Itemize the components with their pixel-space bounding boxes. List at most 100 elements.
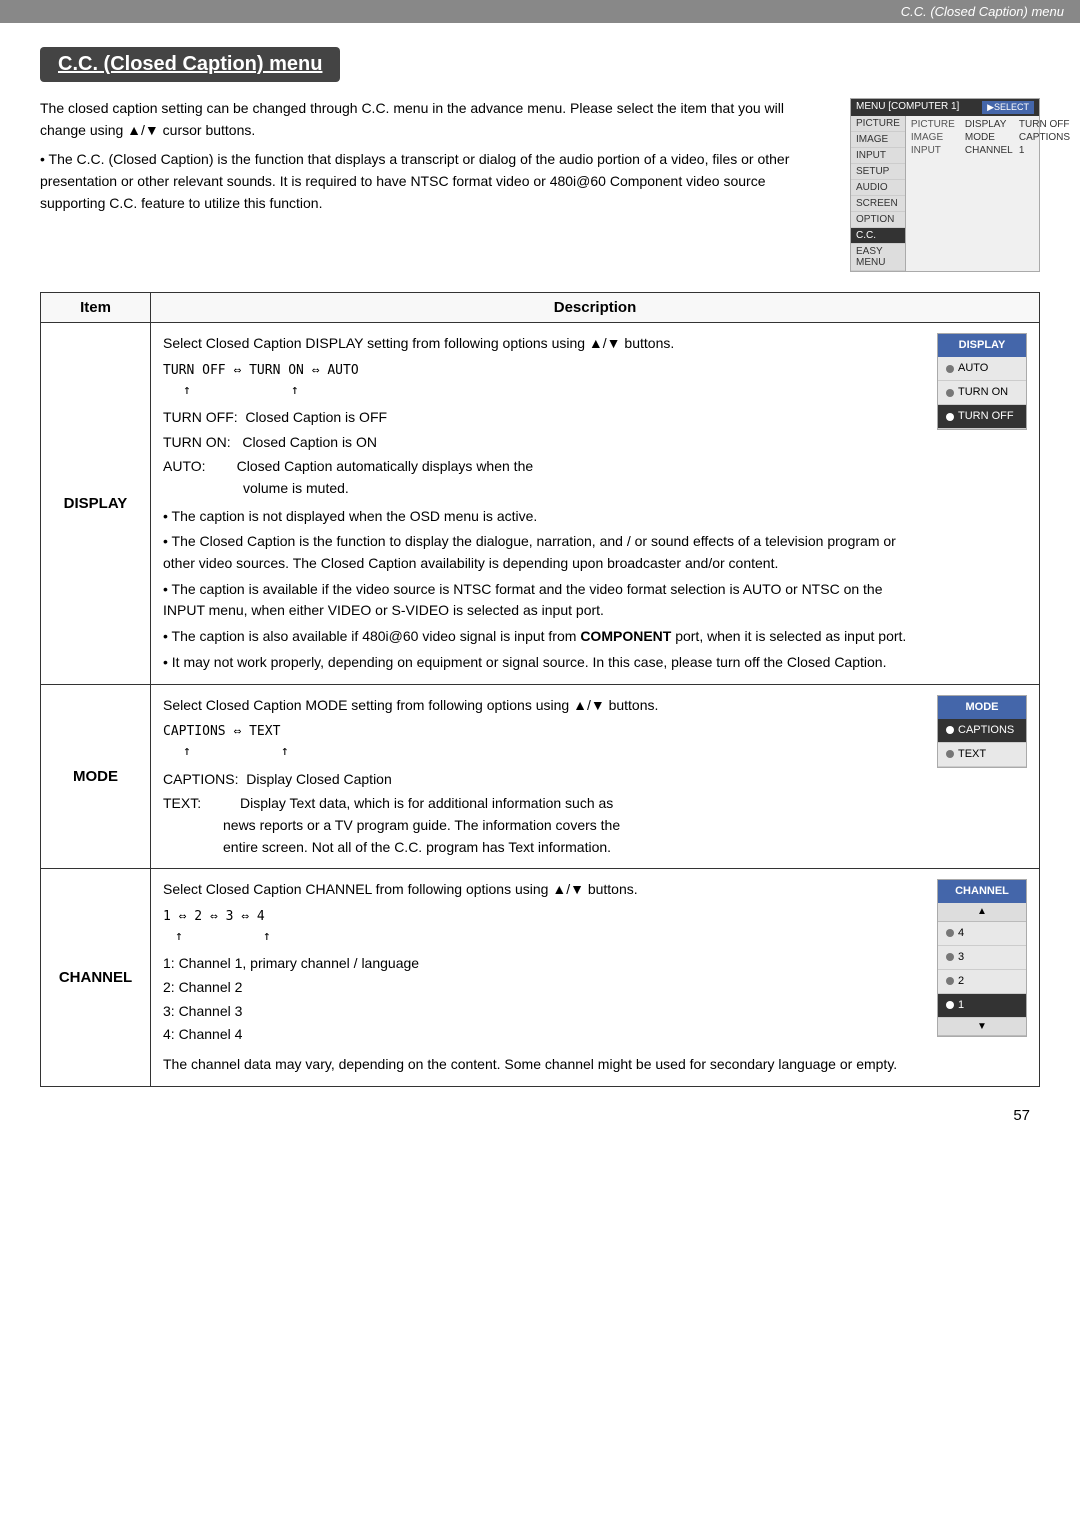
display-bullet-turnoff [946, 413, 954, 421]
menu-left-audio: AUDIO [851, 180, 905, 196]
intro-para2: • The C.C. (Closed Caption) is the funct… [40, 149, 830, 214]
channel-item-3: 3 [938, 946, 1026, 970]
channel-bullet-3 [946, 953, 954, 961]
menu-body: PICTURE IMAGE INPUT SETUP AUDIO SCREEN O… [851, 116, 1039, 271]
display-bullet-turnon [946, 389, 954, 397]
display-bullet2: • The Closed Caption is the function to … [163, 531, 925, 574]
intro-section: The closed caption setting can be change… [40, 98, 1040, 272]
display-bullet-auto [946, 365, 954, 373]
menu-right-col3-2: CAPTIONS [1019, 132, 1070, 143]
display-label-auto: AUTO [958, 360, 988, 377]
menu-left-setup: SETUP [851, 164, 905, 180]
channel-bullet-1 [946, 1001, 954, 1009]
channel-diagram: 1 ⇔ 2 ⇔ 3 ⇔ 4 ↑↑ [163, 907, 925, 947]
item-cell-display: DISPLAY [41, 323, 151, 685]
channel-down-arrow: ▼ [938, 1018, 1026, 1037]
channel-dropdown: CHANNEL ▲ 4 3 [937, 879, 1027, 1037]
display-diagram: TURN OFF ⇔ TURN ON ⇔ AUTO ↑↑ [163, 361, 925, 401]
mode-label-captions: CAPTIONS [958, 722, 1014, 739]
page-number: 57 [40, 1107, 1040, 1124]
channel-label-3: 3 [958, 949, 964, 966]
item-label-display: DISPLAY [64, 495, 128, 512]
item-label-mode: MODE [73, 768, 118, 785]
display-item-auto: AUTO [938, 357, 1026, 381]
menu-right-row-1: PICTURE DISPLAY TURN OFF [908, 118, 1073, 131]
menu-right-col1-2: IMAGE [911, 132, 961, 143]
table-header-description: Description [151, 293, 1040, 323]
display-intro: Select Closed Caption DISPLAY setting fr… [163, 333, 925, 355]
menu-left-input: INPUT [851, 148, 905, 164]
menu-right-col2-3: CHANNEL [965, 145, 1015, 156]
top-bar: C.C. (Closed Caption) menu [0, 0, 1080, 23]
display-dropdown-header: DISPLAY [938, 334, 1026, 357]
top-bar-title: C.C. (Closed Caption) menu [901, 4, 1064, 19]
menu-right-col2-1: DISPLAY [965, 119, 1015, 130]
item-cell-channel: CHANNEL [41, 869, 151, 1086]
menu-top-bar: MENU [COMPUTER 1] ▶SELECT [851, 99, 1039, 116]
menu-select-btn: ▶SELECT [982, 101, 1034, 114]
channel-label-2: 2 [958, 973, 964, 990]
menu-left-screen: SCREEN [851, 196, 905, 212]
mode-bullet-captions [946, 726, 954, 734]
menu-right-col1-3: INPUT [911, 145, 961, 156]
table-row-mode: MODE Select Closed Caption MODE setting … [41, 684, 1040, 869]
channel-up-arrow: ▲ [938, 903, 1026, 922]
mode-label-text: TEXT [958, 746, 986, 763]
main-table: Item Description DISPLAY Select Closed C… [40, 292, 1040, 1087]
channel-bullet-2 [946, 977, 954, 985]
intro-text: The closed caption setting can be change… [40, 98, 830, 272]
menu-right-col3-1: TURN OFF [1019, 119, 1070, 130]
channel-label-4: 4 [958, 925, 964, 942]
display-label-turnon: TURN ON [958, 384, 1008, 401]
display-turn-off: TURN OFF: Closed Caption is OFF [163, 407, 925, 429]
mode-bullet-text [946, 750, 954, 758]
mode-text: TEXT: Display Text data, which is for ad… [163, 793, 925, 858]
mode-captions: CAPTIONS: Display Closed Caption [163, 769, 925, 791]
menu-left-picture: PICTURE [851, 116, 905, 132]
display-item-turnoff: TURN OFF [938, 405, 1026, 429]
menu-left-easymenu: EASY MENU [851, 244, 905, 271]
channel-1: 1: Channel 1, primary channel / language [163, 953, 925, 975]
desc-text-display: Select Closed Caption DISPLAY setting fr… [163, 333, 925, 674]
menu-left-option: OPTION [851, 212, 905, 228]
menu-left-cc: C.C. [851, 228, 905, 244]
channel-footer: The channel data may vary, depending on … [163, 1054, 925, 1076]
display-bullet3: • The caption is available if the video … [163, 579, 925, 622]
desc-with-image-display: Select Closed Caption DISPLAY setting fr… [163, 333, 1027, 674]
menu-right: PICTURE DISPLAY TURN OFF IMAGE MODE CAPT… [906, 116, 1075, 271]
table-row-display: DISPLAY Select Closed Caption DISPLAY se… [41, 323, 1040, 685]
display-bullet1: • The caption is not displayed when the … [163, 506, 925, 528]
desc-with-image-mode: Select Closed Caption MODE setting from … [163, 695, 1027, 859]
display-dropdown: DISPLAY AUTO TURN ON TURN [937, 333, 1027, 430]
display-auto: AUTO: Closed Caption automatically displ… [163, 456, 925, 499]
mode-item-captions: CAPTIONS [938, 719, 1026, 743]
menu-right-col2-2: MODE [965, 132, 1015, 143]
menu-screenshot: MENU [COMPUTER 1] ▶SELECT PICTURE IMAGE … [850, 98, 1040, 272]
menu-left-image: IMAGE [851, 132, 905, 148]
item-cell-mode: MODE [41, 684, 151, 869]
desc-with-image-channel: Select Closed Caption CHANNEL from follo… [163, 879, 1027, 1075]
menu-right-col1-1: PICTURE [911, 119, 961, 130]
display-label-turnoff: TURN OFF [958, 408, 1014, 425]
channel-4: 4: Channel 4 [163, 1024, 925, 1046]
display-bullet5: • It may not work properly, depending on… [163, 652, 925, 674]
channel-bullet-4 [946, 929, 954, 937]
desc-text-mode: Select Closed Caption MODE setting from … [163, 695, 925, 859]
channel-3: 3: Channel 3 [163, 1001, 925, 1023]
channel-2: 2: Channel 2 [163, 977, 925, 999]
desc-cell-mode: Select Closed Caption MODE setting from … [151, 684, 1040, 869]
channel-item-1: 1 [938, 994, 1026, 1018]
desc-text-channel: Select Closed Caption CHANNEL from follo… [163, 879, 925, 1075]
display-item-turnon: TURN ON [938, 381, 1026, 405]
mode-dropdown-header: MODE [938, 696, 1026, 719]
intro-para1: The closed caption setting can be change… [40, 98, 830, 141]
menu-right-col3-3: 1 [1019, 145, 1025, 156]
table-row-channel: CHANNEL Select Closed Caption CHANNEL fr… [41, 869, 1040, 1086]
menu-right-row-3: INPUT CHANNEL 1 [908, 144, 1073, 157]
table-header-item: Item [41, 293, 151, 323]
page-title: C.C. (Closed Caption) menu [40, 47, 340, 82]
channel-intro: Select Closed Caption CHANNEL from follo… [163, 879, 925, 901]
mode-dropdown: MODE CAPTIONS TEXT [937, 695, 1027, 768]
channel-label-1: 1 [958, 997, 964, 1014]
channel-dropdown-header: CHANNEL [938, 880, 1026, 903]
